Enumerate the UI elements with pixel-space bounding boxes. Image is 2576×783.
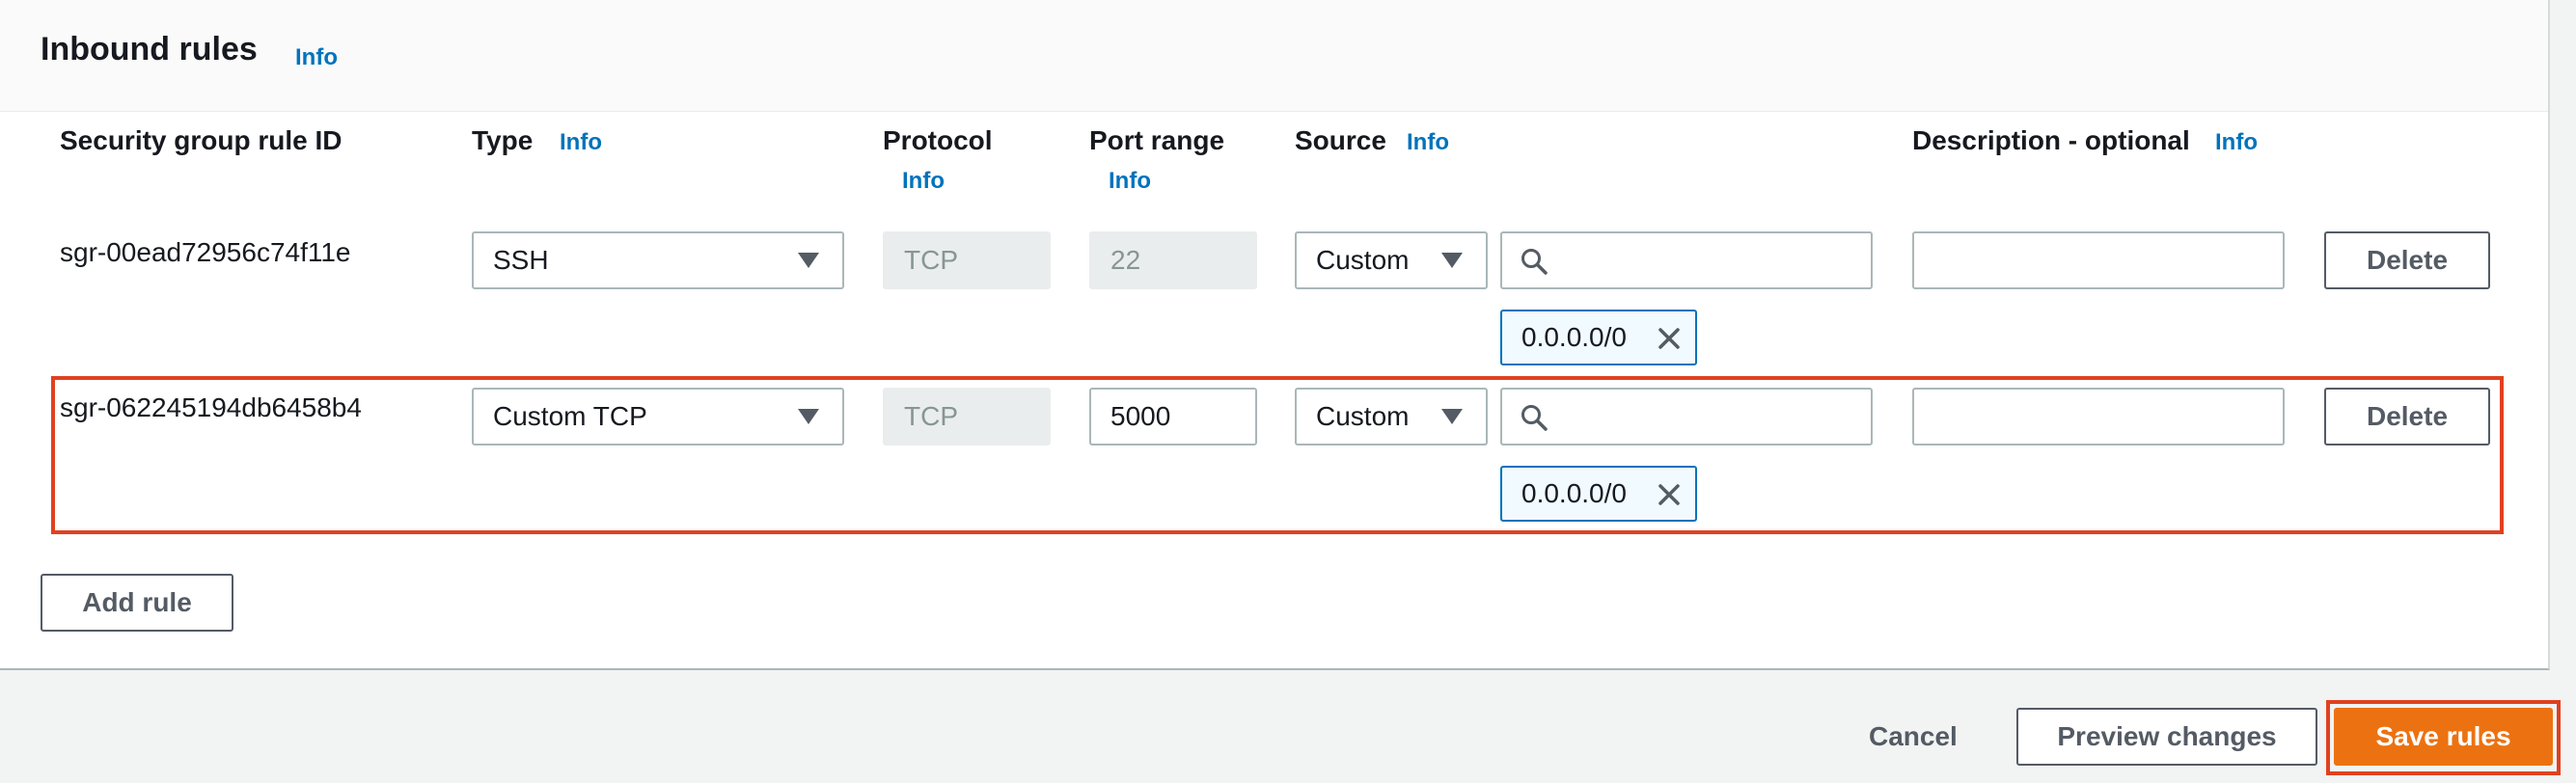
cidr-value: 0.0.0.0/0 [1521,478,1627,508]
rule-id: sgr-062245194db6458b4 [60,392,362,422]
protocol-value: TCP [904,401,958,431]
source-search-input[interactable] [1500,388,1873,446]
source-search-input[interactable] [1500,231,1873,289]
preview-changes-button[interactable]: Preview changes [2016,708,2317,766]
search-icon [1521,249,1548,275]
type-select-value: Custom TCP [493,401,647,431]
type-select-value: SSH [493,245,549,275]
col-header-source: Source [1295,125,1386,155]
search-icon [1521,405,1548,431]
caret-down-icon [798,253,819,268]
port-range-value: 22 [1110,245,1141,275]
protocol-field: TCP [883,231,1051,289]
col-header-description: Description - optional [1912,125,2190,155]
col-header-port-range: Port range [1089,125,1225,155]
inbound-rules-panel: Inbound rules Info Security group rule I… [0,0,2550,670]
cidr-token: 0.0.0.0/0 [1500,310,1697,365]
protocol-field: TCP [883,388,1051,446]
caret-down-icon [798,409,819,424]
type-select[interactable]: SSH [472,231,844,289]
col-header-protocol: Protocol [883,125,993,155]
protocol-info-link[interactable]: Info [902,168,945,195]
port-range-value: 5000 [1110,401,1171,431]
port-range-input[interactable]: 5000 [1089,388,1257,446]
description-input[interactable] [1912,231,2285,289]
description-input[interactable] [1912,388,2285,446]
description-info-link[interactable]: Info [2215,129,2258,156]
panel-header: Inbound rules Info [0,0,2548,112]
cidr-value: 0.0.0.0/0 [1521,322,1627,352]
port-range-info-link[interactable]: Info [1109,168,1151,195]
source-type-value: Custom [1316,245,1410,275]
caret-down-icon [1441,409,1463,424]
protocol-value: TCP [904,245,958,275]
delete-button[interactable]: Delete [2324,231,2490,289]
close-icon[interactable] [1655,480,1684,509]
save-rules-button[interactable]: Save rules [2334,708,2553,766]
cancel-button[interactable]: Cancel [1869,721,1958,752]
type-info-link[interactable]: Info [560,129,602,156]
rule-id: sgr-00ead72956c74f11e [60,237,351,267]
port-range-field: 22 [1089,231,1257,289]
panel-title: Inbound rules [41,31,258,68]
col-header-type: Type [472,125,534,155]
cidr-token: 0.0.0.0/0 [1500,466,1697,522]
add-rule-button[interactable]: Add rule [41,574,233,632]
caret-down-icon [1441,253,1463,268]
close-icon[interactable] [1655,324,1684,353]
delete-button[interactable]: Delete [2324,388,2490,446]
source-type-value: Custom [1316,401,1410,431]
source-info-link[interactable]: Info [1407,129,1449,156]
col-header-rule-id: Security group rule ID [60,125,343,155]
panel-info-link[interactable]: Info [295,44,338,71]
type-select[interactable]: Custom TCP [472,388,844,446]
source-type-select[interactable]: Custom [1295,231,1488,289]
source-type-select[interactable]: Custom [1295,388,1488,446]
